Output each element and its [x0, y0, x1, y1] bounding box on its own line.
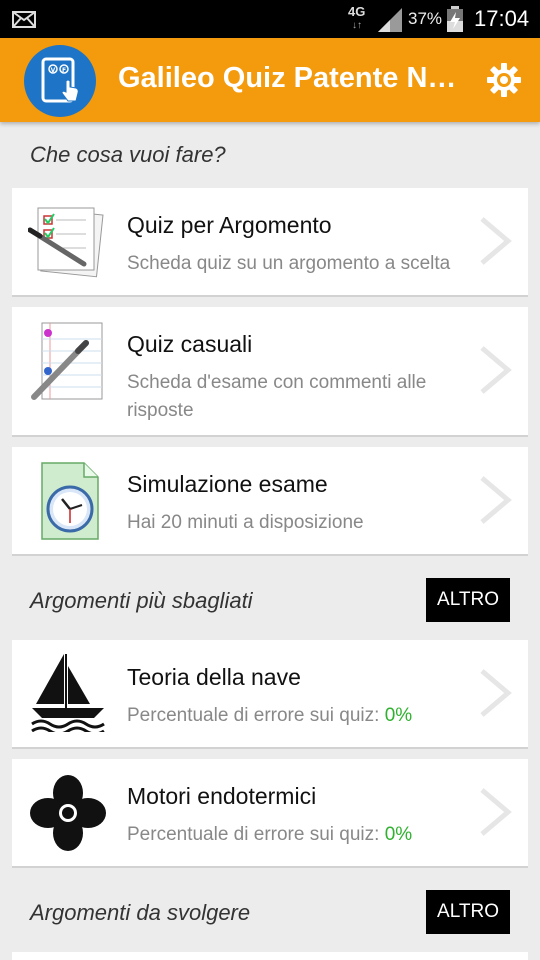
todo-topic-card-partial[interactable] [12, 952, 528, 960]
svg-text:F: F [62, 67, 66, 74]
app-toolbar: V F Galileo Quiz Patente Nautica [0, 38, 540, 122]
section-title-to-do: Argomenti da svolgere [30, 900, 251, 925]
wrong-topic-card[interactable]: Teoria della nave Percentuale di errore … [12, 640, 528, 749]
propeller-icon [30, 775, 106, 851]
sailboat-icon [31, 654, 105, 732]
wrong-topic-card[interactable]: Motori endotermici Percentuale di errore… [12, 759, 528, 868]
quiz-by-topic-card[interactable]: Quiz per Argomento Scheda quiz su un arg… [12, 188, 528, 297]
status-bar: 4G ↓↑ 37% 17:04 [0, 0, 540, 38]
battery-percent: 37% [408, 9, 443, 28]
card-title: Quiz per Argomento [127, 212, 332, 238]
card-title: Teoria della nave [127, 664, 301, 690]
network-activity: ↓↑ [352, 20, 362, 31]
more-todo-topics-button[interactable]: ALTRO [426, 890, 510, 934]
document-clock-icon [41, 462, 99, 540]
chevron-right-icon [480, 476, 512, 524]
chevron-right-icon [480, 788, 512, 836]
error-rate-value: 0% [384, 824, 413, 845]
random-quiz-card[interactable]: Quiz casuali Scheda d'esame con commenti… [12, 307, 528, 437]
checklist-pen-icon [28, 207, 104, 278]
card-subtitle: Scheda d'esame con commenti alle rispost… [127, 372, 427, 421]
svg-text:V: V [51, 67, 56, 74]
error-rate-label: Percentuale di errore sui quiz: [127, 824, 380, 845]
card-title: Quiz casuali [127, 331, 253, 357]
chevron-right-icon [480, 346, 512, 394]
notepad-pen-icon [31, 322, 103, 400]
battery-icon [447, 6, 463, 32]
network-type: 4G [348, 4, 366, 19]
card-subtitle: Percentuale di errore sui quiz: 0% [127, 702, 497, 730]
card-subtitle: Percentuale di errore sui quiz: 0% [127, 821, 497, 849]
chevron-right-icon [480, 669, 512, 717]
card-subtitle: Scheda quiz su un argomento a scelta [127, 253, 451, 274]
error-rate-label: Percentuale di errore sui quiz: [127, 705, 380, 726]
more-wrong-topics-button[interactable]: ALTRO [426, 578, 510, 622]
settings-gear-icon[interactable] [486, 62, 522, 98]
quiz-tablet-icon: V F [41, 57, 79, 103]
error-rate-value: 0% [384, 705, 413, 726]
section-title-actions: Che cosa vuoi fare? [30, 142, 226, 167]
section-title-most-wrong: Argomenti più sbagliati [30, 588, 253, 613]
card-title: Simulazione esame [127, 471, 328, 497]
app-title: Galileo Quiz Patente Nautica [118, 62, 463, 94]
mail-icon [12, 11, 36, 28]
clock: 17:04 [474, 6, 530, 31]
card-title: Motori endotermici [127, 783, 317, 809]
exam-simulation-card[interactable]: Simulazione esame Hai 20 minuti a dispos… [12, 447, 528, 556]
signal-icon [378, 8, 402, 32]
card-subtitle: Hai 20 minuti a disposizione [127, 512, 364, 533]
chevron-right-icon [480, 217, 512, 265]
app-logo[interactable]: V F [24, 45, 96, 117]
